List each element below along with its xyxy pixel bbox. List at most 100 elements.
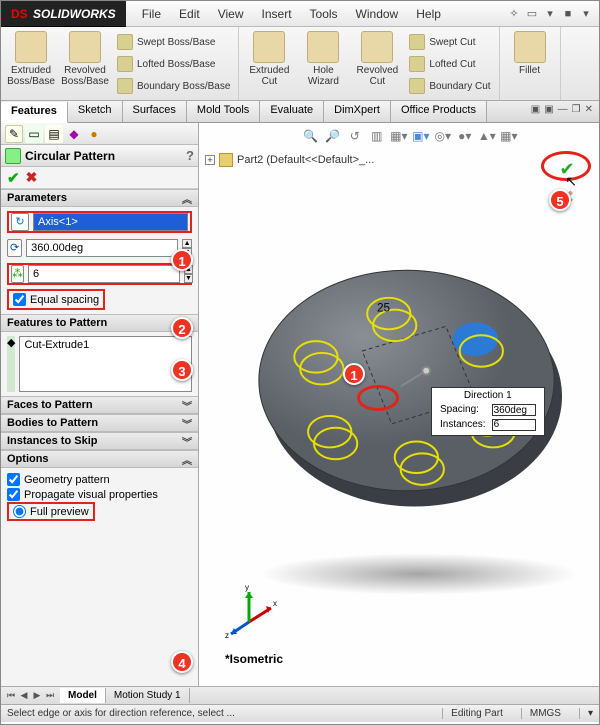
- section-bodies[interactable]: Bodies to Pattern︾: [1, 414, 198, 432]
- feature-item[interactable]: Cut-Extrude1: [24, 339, 187, 351]
- section-options[interactable]: Options︽: [1, 450, 198, 468]
- swept-cut-button[interactable]: Swept Cut: [407, 31, 492, 53]
- pm-tab-3[interactable]: ▤: [45, 125, 63, 143]
- menu-window[interactable]: Window: [348, 4, 407, 24]
- boundary-boss-button[interactable]: Boundary Boss/Base: [115, 75, 232, 97]
- section-icon[interactable]: ▥: [368, 127, 386, 145]
- command-ribbon: Extruded Boss/Base Revolved Boss/Base Sw…: [1, 27, 599, 101]
- tab-dimxpert[interactable]: DimXpert: [324, 101, 391, 122]
- axis-field[interactable]: [33, 213, 188, 231]
- status-icon[interactable]: ▾: [579, 708, 593, 719]
- extruded-boss-button[interactable]: Extruded Boss/Base: [7, 31, 55, 87]
- equal-spacing-checkbox[interactable]: [13, 293, 26, 306]
- menu-edit[interactable]: Edit: [171, 4, 208, 24]
- pm-tab-5[interactable]: ●: [85, 125, 103, 143]
- tab-sketch[interactable]: Sketch: [68, 101, 123, 122]
- count-icon: ⁂: [11, 265, 24, 283]
- scene-icon[interactable]: ▲▾: [478, 127, 496, 145]
- tab-model[interactable]: Model: [60, 688, 106, 703]
- svg-text:y: y: [245, 583, 249, 592]
- tab-mold[interactable]: Mold Tools: [187, 101, 260, 122]
- graphics-viewport[interactable]: 🔍 🔎 ↺ ▥ ▦▾ ▣▾ ◎▾ ●▾ ▲▾ ▦▾ + Part2 (Defau…: [199, 123, 599, 686]
- hide-show-icon[interactable]: ◎▾: [434, 127, 452, 145]
- count-down[interactable]: ▼: [184, 274, 193, 283]
- features-listbox[interactable]: Cut-Extrude1: [19, 336, 192, 392]
- display-style-icon[interactable]: ▣▾: [412, 127, 430, 145]
- view-triad[interactable]: xyz: [219, 582, 279, 642]
- minimize-icon[interactable]: —: [558, 104, 568, 119]
- dropdown-icon[interactable]: ▾: [543, 7, 557, 21]
- angle-field[interactable]: [26, 239, 178, 257]
- full-preview-radio[interactable]: [13, 505, 26, 518]
- zoom-fit-icon[interactable]: 🔍: [302, 127, 320, 145]
- angle-up[interactable]: ▲: [182, 239, 192, 248]
- extruded-cut-button[interactable]: Extruded Cut: [245, 31, 293, 87]
- annotation-circle-1b: [357, 385, 399, 411]
- section-skip[interactable]: Instances to Skip︾: [1, 432, 198, 450]
- revolved-cut-button[interactable]: Revolved Cut: [353, 31, 401, 87]
- nav-prev[interactable]: ◀: [18, 690, 30, 701]
- menu-file[interactable]: File: [134, 4, 169, 24]
- nav-last[interactable]: ⏭: [44, 690, 56, 701]
- swept-boss-button[interactable]: Swept Boss/Base: [115, 31, 232, 53]
- direction-callout[interactable]: Direction 1 Spacing: Instances:: [431, 387, 545, 436]
- part-icon: [219, 153, 233, 167]
- pm-tab-1[interactable]: ✎: [5, 125, 23, 143]
- view-name-label: *Isometric: [225, 652, 283, 666]
- section-parameters[interactable]: Parameters︽: [1, 189, 198, 207]
- tree-node-label: Part2 (Default<<Default>_...: [237, 154, 374, 166]
- pm-tab-4[interactable]: ◆: [65, 125, 83, 143]
- revolved-boss-button[interactable]: Revolved Boss/Base: [61, 31, 109, 87]
- section-faces[interactable]: Faces to Pattern︾: [1, 396, 198, 414]
- tab-motion-study[interactable]: Motion Study 1: [106, 688, 190, 703]
- menu-insert[interactable]: Insert: [254, 4, 300, 24]
- geometry-pattern-checkbox[interactable]: [7, 473, 20, 486]
- doc2-icon[interactable]: ▣: [544, 104, 553, 119]
- toolbar-dropdown[interactable]: ▾: [579, 7, 593, 21]
- hole-wizard-button[interactable]: Hole Wizard: [299, 31, 347, 87]
- model-preview[interactable]: 25: [249, 223, 564, 538]
- fillet-button[interactable]: Fillet: [506, 31, 554, 76]
- star-icon[interactable]: ✧: [507, 7, 521, 21]
- nav-first[interactable]: ⏮: [5, 690, 17, 701]
- doc-icon[interactable]: ▣: [531, 104, 540, 119]
- menu-tools[interactable]: Tools: [302, 4, 346, 24]
- status-units[interactable]: MMGS: [521, 708, 561, 719]
- bottom-tab-bar: ⏮ ◀ ▶ ⏭ Model Motion Study 1: [1, 686, 599, 704]
- pm-cancel-button[interactable]: ✖: [26, 169, 38, 186]
- help-icon[interactable]: ?: [186, 148, 194, 163]
- menu-view[interactable]: View: [210, 4, 252, 24]
- tab-office[interactable]: Office Products: [391, 101, 487, 122]
- lofted-cut-button[interactable]: Lofted Cut: [407, 53, 492, 75]
- lofted-boss-button[interactable]: Lofted Boss/Base: [115, 53, 232, 75]
- appearance-icon[interactable]: ●▾: [456, 127, 474, 145]
- nav-next[interactable]: ▶: [31, 690, 43, 701]
- menu-help[interactable]: Help: [408, 4, 449, 24]
- new-icon[interactable]: ▭: [525, 7, 539, 21]
- help-toolbar-icon[interactable]: ■: [561, 7, 575, 21]
- annotation-badge-4: 4: [171, 651, 193, 673]
- expand-icon[interactable]: +: [205, 155, 215, 165]
- view-orient-icon[interactable]: ▦▾: [390, 127, 408, 145]
- boundary-cut-button[interactable]: Boundary Cut: [407, 75, 492, 97]
- app-logo: DS SOLIDWORKS: [1, 1, 126, 27]
- zoom-area-icon[interactable]: 🔎: [324, 127, 342, 145]
- axis-icon[interactable]: ↻: [11, 213, 29, 231]
- flyout-tree[interactable]: + Part2 (Default<<Default>_...: [205, 153, 374, 167]
- render-icon[interactable]: ▦▾: [500, 127, 518, 145]
- section-features[interactable]: Features to Pattern︽: [1, 314, 198, 332]
- instances-value[interactable]: [492, 419, 536, 431]
- spacing-value[interactable]: [492, 404, 536, 416]
- direction-title: Direction 1: [436, 390, 540, 402]
- tab-evaluate[interactable]: Evaluate: [260, 101, 324, 122]
- count-field[interactable]: [28, 265, 180, 283]
- propagate-visual-checkbox[interactable]: [7, 488, 20, 501]
- pm-ok-button[interactable]: ✔: [7, 169, 20, 187]
- maximize-icon[interactable]: ❐: [572, 104, 581, 119]
- prev-view-icon[interactable]: ↺: [346, 127, 364, 145]
- pm-tab-2[interactable]: ▭: [25, 125, 43, 143]
- tab-surfaces[interactable]: Surfaces: [123, 101, 187, 122]
- close-icon[interactable]: ✕: [585, 104, 593, 119]
- tab-features[interactable]: Features: [1, 102, 68, 123]
- pm-title: Circular Pattern: [25, 149, 115, 163]
